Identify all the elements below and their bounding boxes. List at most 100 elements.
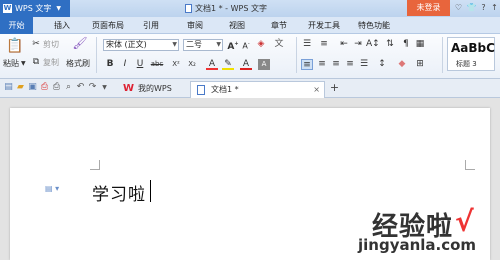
style-preview-text: AaBbC bbox=[451, 41, 495, 55]
tab-home[interactable]: 开始 bbox=[0, 17, 33, 34]
borders-icon[interactable]: ⊞ bbox=[414, 59, 426, 70]
tab-page-layout[interactable]: 页面布局 bbox=[86, 17, 130, 34]
show-marks-icon[interactable]: ¶ bbox=[400, 39, 412, 50]
tab-section[interactable]: 章节 bbox=[264, 17, 294, 34]
paste-chevron-icon[interactable]: ▼ bbox=[21, 59, 26, 69]
tab-view[interactable]: 视图 bbox=[222, 17, 252, 34]
collapse-icon[interactable]: ↑ bbox=[489, 1, 500, 15]
paste-label[interactable]: 粘贴 bbox=[3, 59, 19, 69]
clear-format-icon[interactable]: ◈ bbox=[255, 39, 267, 50]
title-bar: W WPS 文字 ▼ 文档1 * - WPS 文字 未登录 ♡ 👕 ? ↑ bbox=[0, 0, 500, 17]
document-icon bbox=[197, 85, 205, 95]
format-painter-label[interactable]: 格式刷 bbox=[66, 59, 90, 69]
document-icon bbox=[185, 4, 192, 13]
tab-insert[interactable]: 插入 bbox=[44, 17, 80, 34]
shrink-font-icon[interactable]: A- bbox=[240, 39, 252, 51]
font-effects-icon[interactable]: A bbox=[206, 59, 218, 70]
chevron-down-icon: ▼ bbox=[172, 41, 177, 48]
tab-features[interactable]: 特色功能 bbox=[352, 17, 396, 34]
open-folder-icon[interactable]: ▰ bbox=[15, 82, 26, 93]
document-text[interactable]: 学习啦 bbox=[92, 180, 146, 205]
tab-developer[interactable]: 开发工具 bbox=[302, 17, 346, 34]
app-name: WPS 文字 bbox=[15, 4, 52, 13]
window-title-text: 文档1 * - WPS 文字 bbox=[195, 4, 267, 13]
font-color-icon[interactable]: A bbox=[240, 59, 252, 70]
app-menu-button[interactable]: W WPS 文字 ▼ bbox=[0, 0, 70, 17]
redo-icon[interactable]: ↷ bbox=[87, 82, 98, 93]
window-title: 文档1 * - WPS 文字 bbox=[185, 0, 267, 17]
tab-my-wps[interactable]: W 我的WPS bbox=[118, 81, 190, 98]
save-icon[interactable]: ▣ bbox=[27, 82, 38, 93]
cut-label[interactable]: 剪切 bbox=[43, 40, 59, 50]
margin-marker bbox=[465, 160, 475, 170]
divider bbox=[296, 37, 297, 73]
chinese-layout-icon[interactable]: A↕ bbox=[366, 39, 380, 50]
menu-bar: 开始 插入 页面布局 引用 审阅 视图 章节 开发工具 特色功能 bbox=[0, 17, 500, 34]
style-gallery-item[interactable]: AaBbC 标题 3 bbox=[447, 37, 495, 71]
paragraph-handle-icon[interactable]: ▤ ▾ bbox=[45, 184, 59, 193]
superscript-button[interactable]: X² bbox=[170, 59, 182, 70]
bullet-list-icon[interactable]: ☰ bbox=[301, 39, 313, 50]
distribute-icon[interactable]: ☰ bbox=[358, 59, 370, 70]
print-preview-icon[interactable]: ⌕ bbox=[63, 82, 74, 93]
font-size-value: 二号 bbox=[186, 40, 202, 49]
tab-review[interactable]: 审阅 bbox=[180, 17, 210, 34]
divider bbox=[96, 37, 97, 73]
undo-icon[interactable]: ↶ bbox=[75, 82, 86, 93]
font-size-select[interactable]: 二号 ▼ bbox=[183, 39, 223, 51]
margin-marker bbox=[90, 160, 100, 170]
text-cursor bbox=[150, 180, 151, 202]
skin-icon[interactable]: ♡ bbox=[453, 1, 464, 15]
copy-label[interactable]: 复制 bbox=[43, 58, 59, 68]
tab-document1[interactable]: 文档1 * × bbox=[190, 81, 325, 98]
table-icon[interactable]: ▦ bbox=[414, 39, 426, 50]
align-left-icon[interactable]: ≡ bbox=[301, 59, 313, 70]
close-icon[interactable]: × bbox=[313, 82, 320, 97]
shirt-icon[interactable]: 👕 bbox=[466, 1, 477, 15]
numbered-list-icon[interactable]: ≡ bbox=[318, 39, 330, 50]
decrease-indent-icon[interactable]: ⇤ bbox=[338, 39, 350, 50]
tab-document1-label: 文档1 * bbox=[211, 85, 239, 94]
increase-indent-icon[interactable]: ⇥ bbox=[352, 39, 364, 50]
font-name-value: 宋体 (正文) bbox=[106, 40, 147, 49]
font-name-select[interactable]: 宋体 (正文) ▼ bbox=[103, 39, 179, 51]
align-right-icon[interactable]: ≡ bbox=[330, 59, 342, 70]
paste-icon[interactable]: 📋 bbox=[6, 38, 23, 54]
help-icon[interactable]: ? bbox=[478, 1, 489, 15]
character-shading-icon[interactable]: A bbox=[258, 59, 270, 70]
new-file-icon[interactable]: ▤ bbox=[3, 82, 14, 93]
customize-qat-icon[interactable]: ▼ bbox=[99, 82, 110, 93]
subscript-button[interactable]: X₂ bbox=[186, 59, 198, 70]
highlight-icon[interactable]: ✎ bbox=[222, 59, 234, 70]
tab-references[interactable]: 引用 bbox=[136, 17, 166, 34]
grow-font-icon[interactable]: A+ bbox=[227, 39, 239, 52]
align-center-icon[interactable]: ≡ bbox=[316, 59, 328, 70]
format-painter-icon[interactable]: 🖌 bbox=[72, 37, 88, 54]
sort-icon[interactable]: ⇅ bbox=[384, 39, 396, 50]
chevron-down-icon: ▼ bbox=[56, 5, 61, 12]
phonetic-guide-icon[interactable]: 文 bbox=[273, 39, 285, 50]
strikethrough-button[interactable]: abc bbox=[149, 59, 165, 70]
export-pdf-icon[interactable]: ⎙ bbox=[39, 82, 50, 93]
justify-icon[interactable]: ≡ bbox=[344, 59, 356, 70]
shading-icon[interactable]: ◆ bbox=[396, 59, 408, 70]
italic-button[interactable]: I bbox=[119, 59, 131, 70]
document-tab-bar: ▤ ▰ ▣ ⎙ ⎙ ⌕ ↶ ↷ ▼ W 我的WPS 文档1 * × + bbox=[0, 79, 500, 98]
print-icon[interactable]: ⎙ bbox=[51, 82, 62, 93]
watermark-url: jingyanla.com bbox=[358, 236, 477, 254]
wps-logo-icon: W bbox=[123, 83, 135, 94]
chevron-down-icon: ▼ bbox=[216, 41, 221, 48]
copy-icon[interactable]: ⧉ bbox=[30, 57, 42, 68]
ribbon: 📋 粘贴 ▼ ✂ 剪切 ⧉ 复制 🖌 格式刷 宋体 (正文) ▼ 二号 ▼ A+… bbox=[0, 34, 500, 79]
new-tab-button[interactable]: + bbox=[329, 82, 340, 93]
underline-button[interactable]: U bbox=[134, 59, 146, 70]
wps-logo-icon: W bbox=[3, 4, 12, 13]
cut-icon[interactable]: ✂ bbox=[30, 39, 42, 50]
login-button[interactable]: 未登录 bbox=[407, 0, 450, 16]
tab-my-wps-label: 我的WPS bbox=[138, 84, 172, 93]
divider bbox=[442, 37, 443, 73]
bold-button[interactable]: B bbox=[104, 59, 116, 70]
watermark-check-icon: √ bbox=[455, 205, 474, 238]
style-name: 标题 3 bbox=[456, 60, 477, 68]
line-spacing-icon[interactable]: ↕ bbox=[376, 59, 388, 70]
